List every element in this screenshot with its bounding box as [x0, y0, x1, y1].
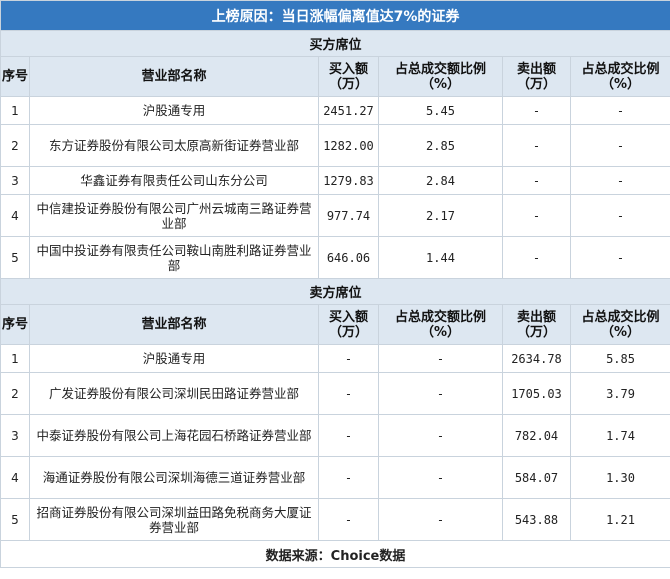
- sell-pct: 1.21: [569, 498, 670, 541]
- table-row: 1 沪股通专用 2451.27 5.45 - -: [0, 96, 670, 125]
- buy-pct: -: [378, 344, 503, 373]
- sell-amount: -: [502, 166, 571, 195]
- buy-pct: 2.85: [378, 124, 503, 167]
- table-row: 5 招商证券股份有限公司深圳益田路免税商务大厦证券营业部 - - 543.88 …: [0, 498, 670, 541]
- buy-pct: 2.17: [378, 194, 503, 237]
- buy-amount: -: [318, 498, 379, 541]
- sell-pct: 5.85: [569, 344, 670, 373]
- row-index: 3: [0, 414, 30, 457]
- dragon-tiger-table: 上榜原因：当日涨幅偏离值达7%的证券 买方席位 序号 营业部名称 买入额（万） …: [0, 0, 670, 568]
- sell-amount: -: [502, 124, 571, 167]
- buy-pct: 2.84: [378, 166, 503, 195]
- branch-name: 中泰证券股份有限公司上海花园石桥路证券营业部: [29, 414, 319, 457]
- row-index: 5: [0, 236, 30, 279]
- table-row: 3 华鑫证券有限责任公司山东分公司 1279.83 2.84 - -: [0, 166, 670, 195]
- buy-amount: 1279.83: [318, 166, 379, 195]
- sell-pct: -: [569, 96, 670, 125]
- branch-name: 海通证券股份有限公司深圳海德三道证券营业部: [29, 456, 319, 499]
- buy-pct: -: [378, 372, 503, 415]
- header-branch-name: 营业部名称: [29, 304, 319, 345]
- branch-name: 东方证券股份有限公司太原高新街证券营业部: [29, 124, 319, 167]
- buy-amount: -: [318, 456, 379, 499]
- table-row: 5 中国中投证券有限责任公司鞍山南胜利路证券营业部 646.06 1.44 - …: [0, 236, 670, 279]
- buy-pct: 1.44: [378, 236, 503, 279]
- row-index: 4: [0, 456, 30, 499]
- buy-amount: 1282.00: [318, 124, 379, 167]
- row-index: 1: [0, 344, 30, 373]
- table-row: 4 海通证券股份有限公司深圳海德三道证券营业部 - - 584.07 1.30: [0, 456, 670, 499]
- sell-pct: -: [569, 236, 670, 279]
- table-row: 1 沪股通专用 - - 2634.78 5.85: [0, 344, 670, 373]
- table-row: 4 中信建投证券股份有限公司广州云城南三路证券营业部 977.74 2.17 -…: [0, 194, 670, 237]
- header-buy-amount: 买入额（万）: [318, 304, 379, 345]
- buy-amount: 646.06: [318, 236, 379, 279]
- sell-pct: -: [569, 124, 670, 167]
- buy-pct: -: [378, 456, 503, 499]
- sell-pct: -: [569, 194, 670, 237]
- sell-pct: 3.79: [569, 372, 670, 415]
- branch-name: 沪股通专用: [29, 96, 319, 125]
- table-title: 上榜原因：当日涨幅偏离值达7%的证券: [0, 0, 670, 31]
- header-sell-amount: 卖出额（万）: [502, 304, 571, 345]
- branch-name: 中信建投证券股份有限公司广州云城南三路证券营业部: [29, 194, 319, 237]
- sell-amount: 2634.78: [502, 344, 571, 373]
- buy-amount: 2451.27: [318, 96, 379, 125]
- header-sell-pct: 占总成交比例（%）: [569, 56, 670, 97]
- sell-amount: 782.04: [502, 414, 571, 457]
- row-index: 3: [0, 166, 30, 195]
- header-buy-amount: 买入额（万）: [318, 56, 379, 97]
- branch-name: 中国中投证券有限责任公司鞍山南胜利路证券营业部: [29, 236, 319, 279]
- row-index: 5: [0, 498, 30, 541]
- table-row: 2 广发证券股份有限公司深圳民田路证券营业部 - - 1705.03 3.79: [0, 372, 670, 415]
- sell-amount: 1705.03: [502, 372, 571, 415]
- branch-name: 沪股通专用: [29, 344, 319, 373]
- data-source-footer: 数据来源：Choice数据: [0, 540, 670, 568]
- branch-name: 招商证券股份有限公司深圳益田路免税商务大厦证券营业部: [29, 498, 319, 541]
- header-buy-pct: 占总成交额比例（%）: [378, 304, 503, 345]
- header-sell-amount: 卖出额（万）: [502, 56, 571, 97]
- header-index: 序号: [0, 304, 30, 345]
- table-row: 2 东方证券股份有限公司太原高新街证券营业部 1282.00 2.85 - -: [0, 124, 670, 167]
- header-sell-pct: 占总成交比例（%）: [569, 304, 670, 345]
- buy-amount: 977.74: [318, 194, 379, 237]
- sell-amount: -: [502, 194, 571, 237]
- table-row: 3 中泰证券股份有限公司上海花园石桥路证券营业部 - - 782.04 1.74: [0, 414, 670, 457]
- sell-amount: -: [502, 96, 571, 125]
- buy-amount: -: [318, 344, 379, 373]
- buy-pct: -: [378, 414, 503, 457]
- buy-amount: -: [318, 414, 379, 457]
- row-index: 4: [0, 194, 30, 237]
- branch-name: 广发证券股份有限公司深圳民田路证券营业部: [29, 372, 319, 415]
- buy-pct: 5.45: [378, 96, 503, 125]
- sell-pct: 1.30: [569, 456, 670, 499]
- sell-section-label: 卖方席位: [0, 278, 670, 305]
- buy-section-label: 买方席位: [0, 30, 670, 57]
- row-index: 2: [0, 372, 30, 415]
- branch-name: 华鑫证券有限责任公司山东分公司: [29, 166, 319, 195]
- buy-amount: -: [318, 372, 379, 415]
- header-branch-name: 营业部名称: [29, 56, 319, 97]
- sell-amount: -: [502, 236, 571, 279]
- header-index: 序号: [0, 56, 30, 97]
- buy-pct: -: [378, 498, 503, 541]
- sell-pct: -: [569, 166, 670, 195]
- row-index: 2: [0, 124, 30, 167]
- sell-amount: 543.88: [502, 498, 571, 541]
- header-buy-pct: 占总成交额比例（%）: [378, 56, 503, 97]
- row-index: 1: [0, 96, 30, 125]
- sell-amount: 584.07: [502, 456, 571, 499]
- sell-pct: 1.74: [569, 414, 670, 457]
